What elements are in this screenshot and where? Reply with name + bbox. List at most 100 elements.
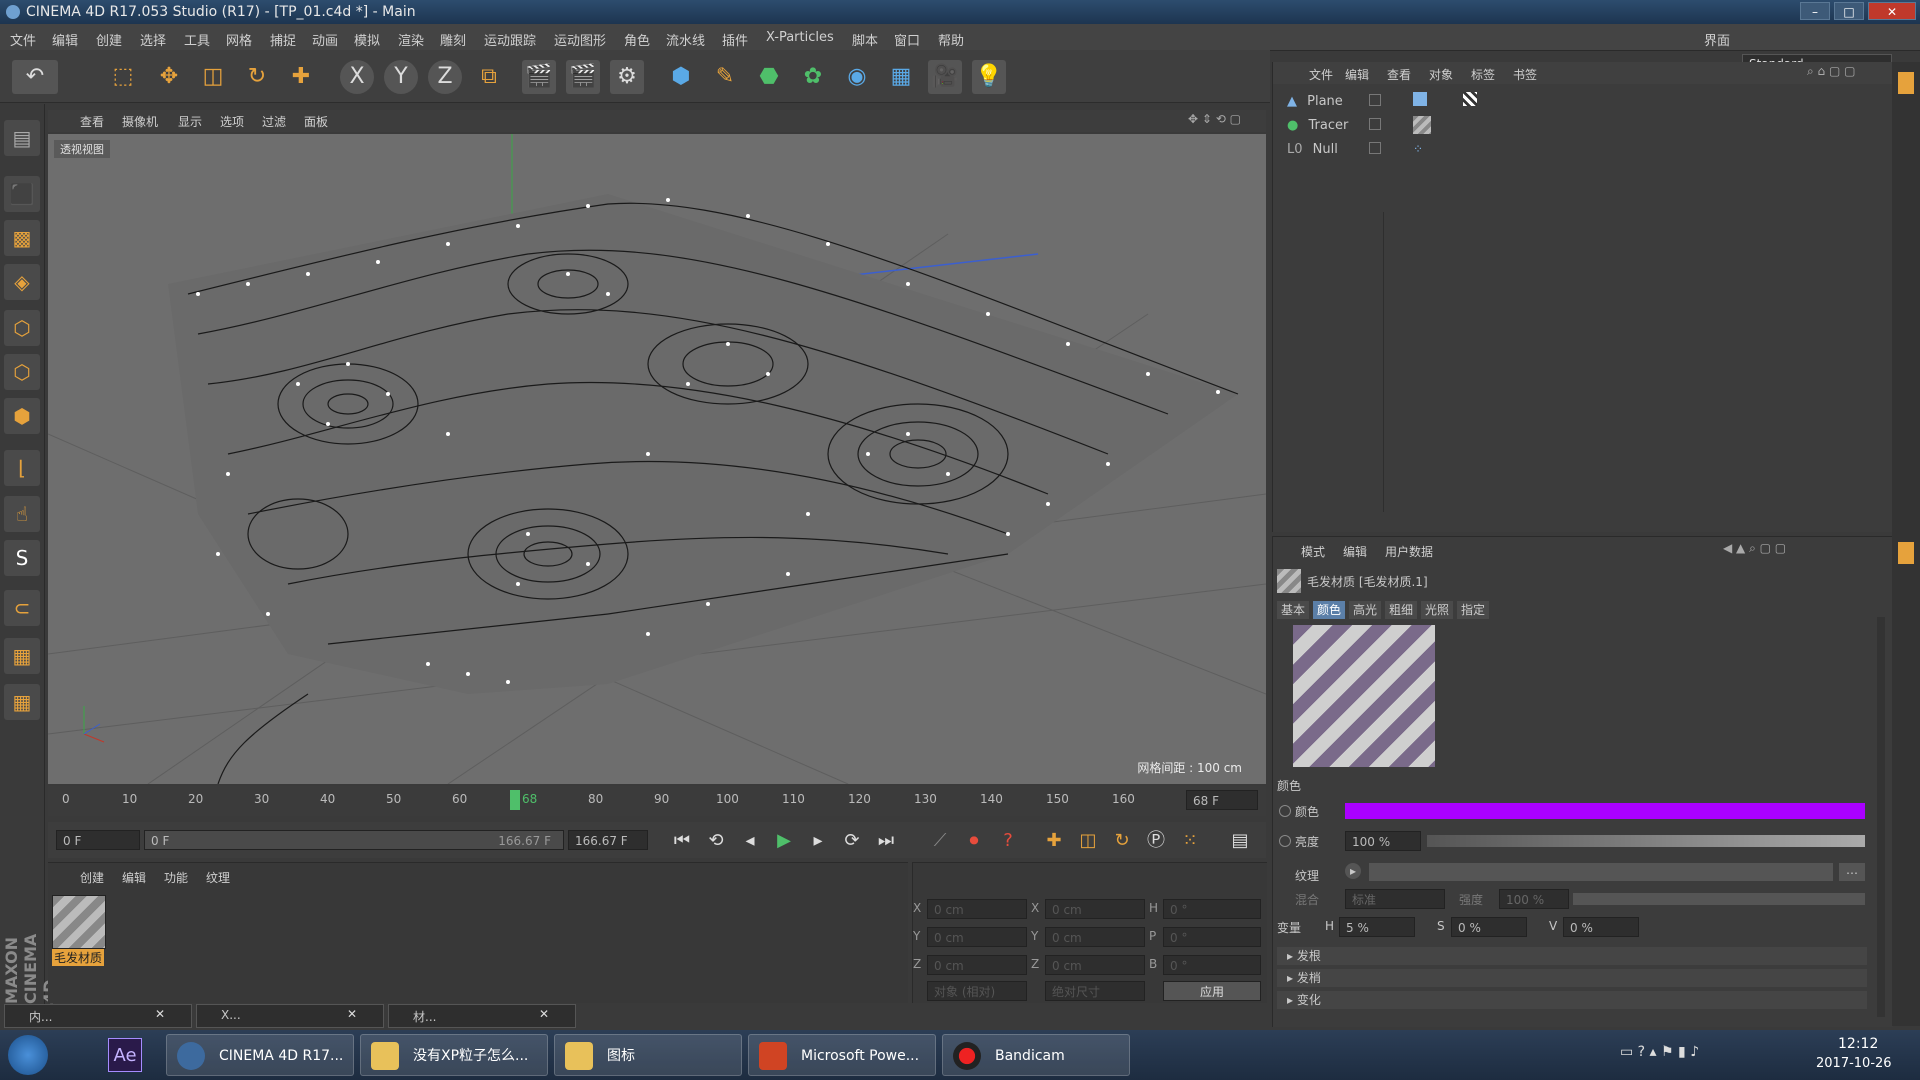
coord-size-x-field[interactable]: 0 cm	[1045, 899, 1145, 919]
h-variation-field[interactable]: 5 %	[1339, 917, 1415, 937]
menu-render[interactable]: 渲染	[398, 30, 424, 49]
tab-basic[interactable]: 基本	[1277, 601, 1310, 619]
key-rotation-icon[interactable]: ↻	[1110, 829, 1134, 853]
am-nav-icons[interactable]: ◀ ▲ ⌕ ▢ ▢	[1723, 541, 1786, 556]
render-view-icon[interactable]: 🎬	[522, 60, 556, 94]
key-pla-icon[interactable]: ⁙	[1178, 829, 1202, 853]
step-forward-icon[interactable]: ▸	[806, 829, 830, 853]
live-selection-icon[interactable]: ⬚	[106, 60, 140, 94]
om-menu-object[interactable]: 对象	[1429, 66, 1453, 83]
side-tab-objects[interactable]	[1898, 72, 1914, 94]
pen-icon[interactable]: ✎	[708, 60, 742, 94]
coord-size-z-field[interactable]: 0 cm	[1045, 955, 1145, 975]
tab-color[interactable]: 颜色	[1313, 601, 1346, 619]
om-menu-view[interactable]: 查看	[1387, 66, 1411, 83]
viewport-menu-view[interactable]: 查看	[80, 113, 104, 130]
go-to-end-icon[interactable]: ⏭	[874, 829, 898, 853]
material-menu-edit[interactable]: 编辑	[122, 869, 146, 886]
menu-create[interactable]: 创建	[96, 30, 122, 49]
close-icon[interactable]: ✕	[155, 1007, 165, 1021]
light-icon[interactable]: 💡	[972, 60, 1006, 94]
color-bar[interactable]	[1345, 803, 1865, 819]
tab-thickness[interactable]: 粗细	[1385, 601, 1418, 619]
menu-script[interactable]: 脚本	[852, 30, 878, 49]
collapsed-group-variation[interactable]: ▸ 变化	[1277, 991, 1867, 1009]
am-menu-user-data[interactable]: 用户数据	[1385, 543, 1433, 560]
workplane-icon[interactable]: ▤	[4, 120, 40, 156]
mix-mode-dropdown[interactable]: 标准	[1345, 889, 1445, 909]
menu-window[interactable]: 窗口	[894, 30, 920, 49]
om-menu-edit[interactable]: 编辑	[1345, 66, 1369, 83]
visibility-toggle[interactable]	[1369, 142, 1381, 154]
collapsed-group-tip[interactable]: ▸ 发梢	[1277, 969, 1867, 987]
close-icon[interactable]: ✕	[347, 1007, 357, 1021]
menu-edit[interactable]: 编辑	[52, 30, 78, 49]
locked-workplane-icon[interactable]: ▦	[4, 638, 40, 674]
model-mode-icon[interactable]: ⬛	[4, 176, 40, 212]
menu-file[interactable]: 文件	[10, 30, 36, 49]
cube-icon[interactable]: ⬢	[664, 60, 698, 94]
edges-mode-icon[interactable]: ⬡	[4, 354, 40, 390]
rotate-icon[interactable]: ↻	[240, 60, 274, 94]
current-frame-field[interactable]: 0 F	[56, 830, 140, 850]
brightness-anim-radio[interactable]	[1279, 835, 1291, 847]
timeline-ruler[interactable]: 0 10 20 30 40 50 60 68 80 90 100 110 120…	[48, 786, 1266, 816]
z-axis-icon[interactable]: Z	[428, 60, 462, 94]
coordinate-system-icon[interactable]: ⧉	[472, 60, 506, 94]
menu-select[interactable]: 选择	[140, 30, 166, 49]
material-tag-icon[interactable]	[1463, 92, 1477, 106]
timeline-menu-icon[interactable]: ▤	[1228, 829, 1252, 853]
play-icon[interactable]: ▶	[772, 829, 796, 853]
move-icon[interactable]: ✥	[152, 60, 186, 94]
next-keyframe-icon[interactable]: ⟳	[840, 829, 864, 853]
planar-workplane-icon[interactable]: ▦	[4, 684, 40, 720]
array-icon[interactable]: ✿	[796, 60, 830, 94]
material-swatch[interactable]	[52, 895, 106, 949]
loop-icon[interactable]: ⟲	[704, 829, 728, 853]
menu-snap[interactable]: 捕捉	[270, 30, 296, 49]
attribute-scrollbar[interactable]	[1877, 617, 1885, 1017]
maximize-button[interactable]: □	[1834, 2, 1864, 20]
minimized-window-2[interactable]: X... ✕	[196, 1004, 384, 1028]
texture-menu-icon[interactable]: ▸	[1345, 863, 1361, 879]
after-effects-icon[interactable]: Ae	[108, 1038, 142, 1072]
object-row-plane[interactable]: ▲ Plane	[1287, 94, 1343, 114]
tab-illumination[interactable]: 光照	[1421, 601, 1454, 619]
xp-tag-icon[interactable]: ⁘	[1413, 142, 1423, 156]
search-icon[interactable]: ⌕ ⌂ ▢ ▢	[1807, 64, 1855, 79]
viewport-menu-display[interactable]: 显示	[178, 113, 202, 130]
menu-help[interactable]: 帮助	[938, 30, 964, 49]
record-icon[interactable]: ⏺	[962, 829, 986, 853]
tag-icon[interactable]	[1413, 92, 1427, 106]
texture-mode-icon[interactable]: ▩	[4, 220, 40, 256]
snap-icon[interactable]: S	[4, 540, 40, 576]
menu-simulate[interactable]: 模拟	[354, 30, 380, 49]
strength-slider[interactable]	[1573, 893, 1865, 905]
am-menu-mode[interactable]: 模式	[1301, 543, 1325, 560]
camera-icon[interactable]: 🎥	[928, 60, 962, 94]
menu-plugins[interactable]: 插件	[722, 30, 748, 49]
material-menu-texture[interactable]: 纹理	[206, 869, 230, 886]
workplane-mode-icon[interactable]: ◈	[4, 264, 40, 300]
tab-assign[interactable]: 指定	[1457, 601, 1490, 619]
menu-sculpt[interactable]: 雕刻	[440, 30, 466, 49]
menu-mograph[interactable]: 运动图形	[554, 30, 606, 49]
coord-size-y-field[interactable]: 0 cm	[1045, 927, 1145, 947]
material-menu-create[interactable]: 创建	[80, 869, 104, 886]
side-tab-attributes[interactable]	[1898, 542, 1914, 564]
subdivision-icon[interactable]: ⬣	[752, 60, 786, 94]
close-icon[interactable]: ✕	[539, 1007, 549, 1021]
tray-icons[interactable]: ▭ ? ▴ ⚑ ▮ ♪	[1620, 1044, 1699, 1060]
playhead-marker[interactable]	[510, 790, 520, 810]
x-axis-icon[interactable]: X	[340, 60, 374, 94]
hair-material-tag-icon[interactable]	[1413, 116, 1431, 134]
coord-pos-x-field[interactable]: 0 cm	[927, 899, 1027, 919]
key-position-icon[interactable]: ✚	[1042, 829, 1066, 853]
brightness-slider[interactable]	[1427, 835, 1865, 847]
coord-pos-z-field[interactable]: 0 cm	[927, 955, 1027, 975]
task-powerpoint[interactable]: Microsoft Powe...	[748, 1034, 936, 1076]
tab-specular[interactable]: 高光	[1349, 601, 1382, 619]
render-settings-icon[interactable]: ⚙	[610, 60, 644, 94]
am-menu-edit[interactable]: 编辑	[1343, 543, 1367, 560]
scale-icon[interactable]: ◫	[196, 60, 230, 94]
